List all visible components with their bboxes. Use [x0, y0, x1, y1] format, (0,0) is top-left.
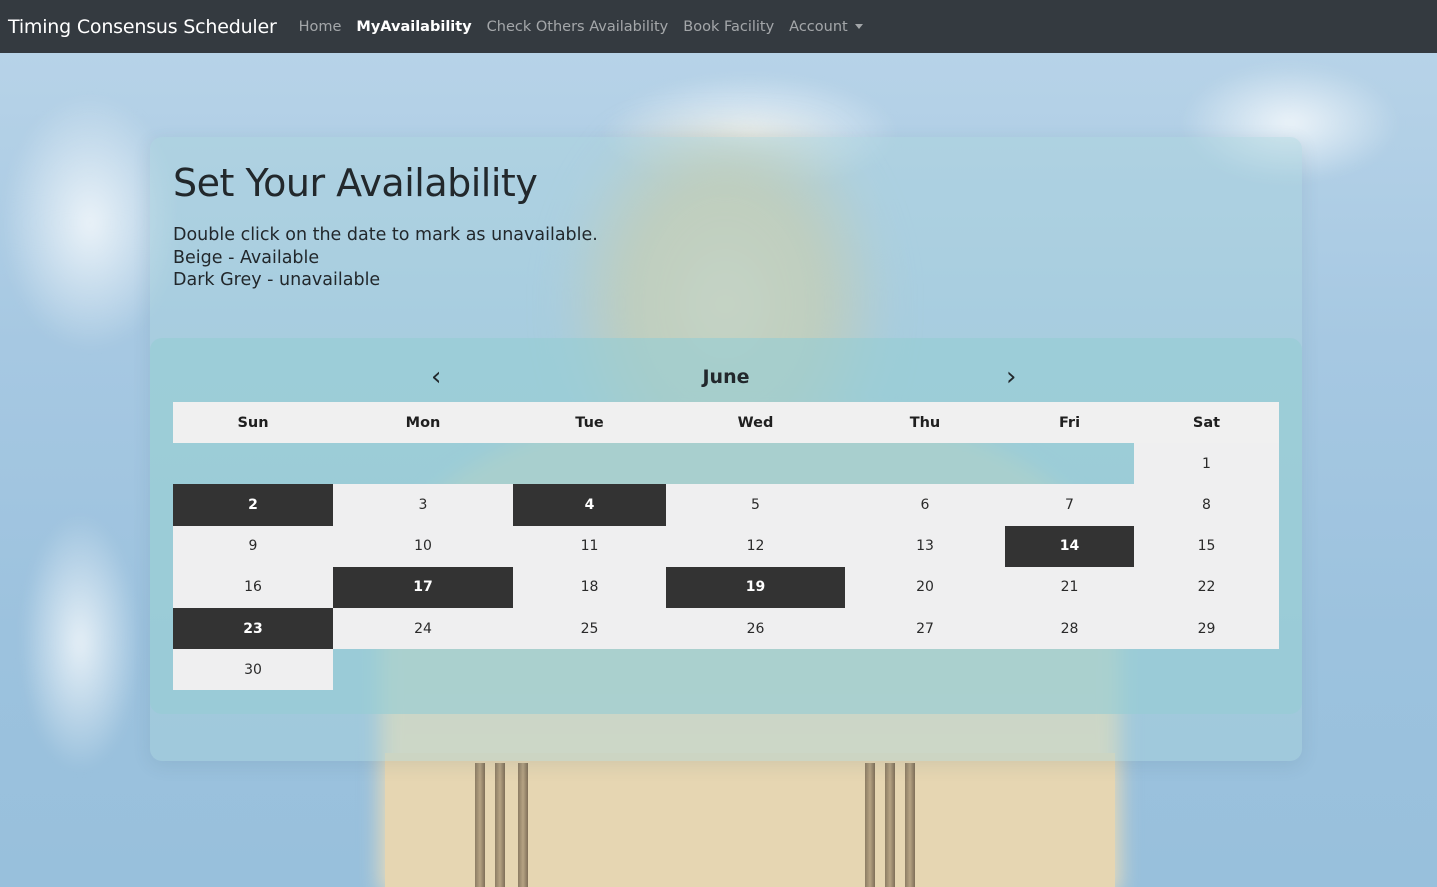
- week-row: 1: [173, 443, 1279, 485]
- empty-cell: [666, 443, 845, 484]
- nav-account-label: Account: [789, 18, 848, 35]
- availability-card: Set Your Availability Double click on th…: [150, 137, 1302, 761]
- week-row: 16 17 18 19 20 21 22: [173, 566, 1279, 608]
- calendar-day[interactable]: 9: [173, 525, 333, 567]
- chevron-right-icon[interactable]: ›: [1006, 360, 1016, 394]
- week-row: 9 10 11 12 13 14 15: [173, 525, 1279, 567]
- month-label: June: [702, 366, 750, 388]
- nav-book-facility[interactable]: Book Facility: [683, 19, 774, 35]
- weekday-header: Thu: [845, 402, 1005, 444]
- weekday-header-row: Sun Mon Tue Wed Thu Fri Sat: [173, 402, 1279, 444]
- caret-down-icon: [854, 24, 863, 29]
- brand-title[interactable]: Timing Consensus Scheduler: [8, 16, 277, 38]
- weekday-header: Sat: [1134, 402, 1279, 444]
- instruction-line: Double click on the date to mark as unav…: [173, 225, 598, 245]
- calendar-day[interactable]: 3: [333, 484, 513, 526]
- calendar-day[interactable]: 21: [1005, 566, 1134, 608]
- calendar-day[interactable]: 14: [1005, 525, 1134, 567]
- nav-check-others-availability[interactable]: Check Others Availability: [487, 19, 669, 35]
- calendar-grid: Sun Mon Tue Wed Thu Fri Sat 1 2 3 4 5 6 7 8 9 10 11 12 13 14…: [173, 402, 1279, 691]
- weekday-header: Fri: [1005, 402, 1134, 444]
- weekday-header: Tue: [513, 402, 666, 444]
- calendar-day[interactable]: 30: [173, 649, 333, 691]
- calendar-day[interactable]: 5: [666, 484, 845, 526]
- calendar-day[interactable]: 10: [333, 525, 513, 567]
- calendar-day[interactable]: 6: [845, 484, 1005, 526]
- calendar-day[interactable]: 24: [333, 607, 513, 650]
- empty-cell: [1005, 443, 1134, 484]
- nav-myavailability[interactable]: MyAvailability: [356, 19, 471, 35]
- calendar-day[interactable]: 1: [1134, 443, 1279, 485]
- calendar-day[interactable]: 19: [666, 566, 845, 608]
- calendar-day[interactable]: 15: [1134, 525, 1279, 567]
- week-row: 30: [173, 649, 1279, 691]
- calendar-day[interactable]: 7: [1005, 484, 1134, 526]
- empty-cell: [333, 443, 513, 484]
- instructions: Double click on the date to mark as unav…: [173, 224, 598, 292]
- week-row: 2345678: [173, 484, 1279, 526]
- calendar-day[interactable]: 23: [173, 607, 333, 650]
- calendar-header: ‹ June ›: [150, 360, 1302, 394]
- calendar-day[interactable]: 22: [1134, 566, 1279, 608]
- calendar: ‹ June › Sun Mon Tue Wed Thu Fri Sat 1 2 3 4 5 6 7 8 9 1…: [150, 338, 1302, 714]
- calendar-day[interactable]: 16: [173, 566, 333, 608]
- page-title: Set Your Availability: [173, 161, 538, 205]
- instruction-line: Dark Grey - unavailable: [173, 270, 381, 290]
- calendar-day[interactable]: 18: [513, 566, 666, 608]
- calendar-day[interactable]: 29: [1134, 607, 1279, 650]
- calendar-day[interactable]: 28: [1005, 607, 1134, 650]
- calendar-day[interactable]: 26: [666, 607, 845, 650]
- nav-home[interactable]: Home: [299, 19, 342, 35]
- empty-cell: [513, 443, 666, 484]
- week-row: 23 24 25 26 27 28 29: [173, 607, 1279, 650]
- calendar-day[interactable]: 13: [845, 525, 1005, 567]
- weekday-header: Wed: [666, 402, 845, 444]
- empty-cell: [845, 443, 1005, 484]
- weekday-header: Sun: [173, 402, 333, 444]
- calendar-day[interactable]: 11: [513, 525, 666, 567]
- calendar-day[interactable]: 27: [845, 607, 1005, 650]
- nav-account-dropdown[interactable]: Account: [789, 19, 863, 35]
- calendar-day[interactable]: 20: [845, 566, 1005, 608]
- calendar-day[interactable]: 17: [333, 566, 513, 608]
- calendar-day[interactable]: 12: [666, 525, 845, 567]
- calendar-day[interactable]: 2: [173, 484, 333, 526]
- top-navbar: Timing Consensus Scheduler Home MyAvaila…: [0, 0, 1437, 53]
- empty-cell: [173, 443, 333, 484]
- calendar-day[interactable]: 25: [513, 607, 666, 650]
- calendar-day[interactable]: 4: [513, 484, 666, 526]
- instruction-line: Beige - Available: [173, 247, 320, 268]
- calendar-day[interactable]: 8: [1134, 484, 1279, 526]
- weekday-header: Mon: [333, 402, 513, 444]
